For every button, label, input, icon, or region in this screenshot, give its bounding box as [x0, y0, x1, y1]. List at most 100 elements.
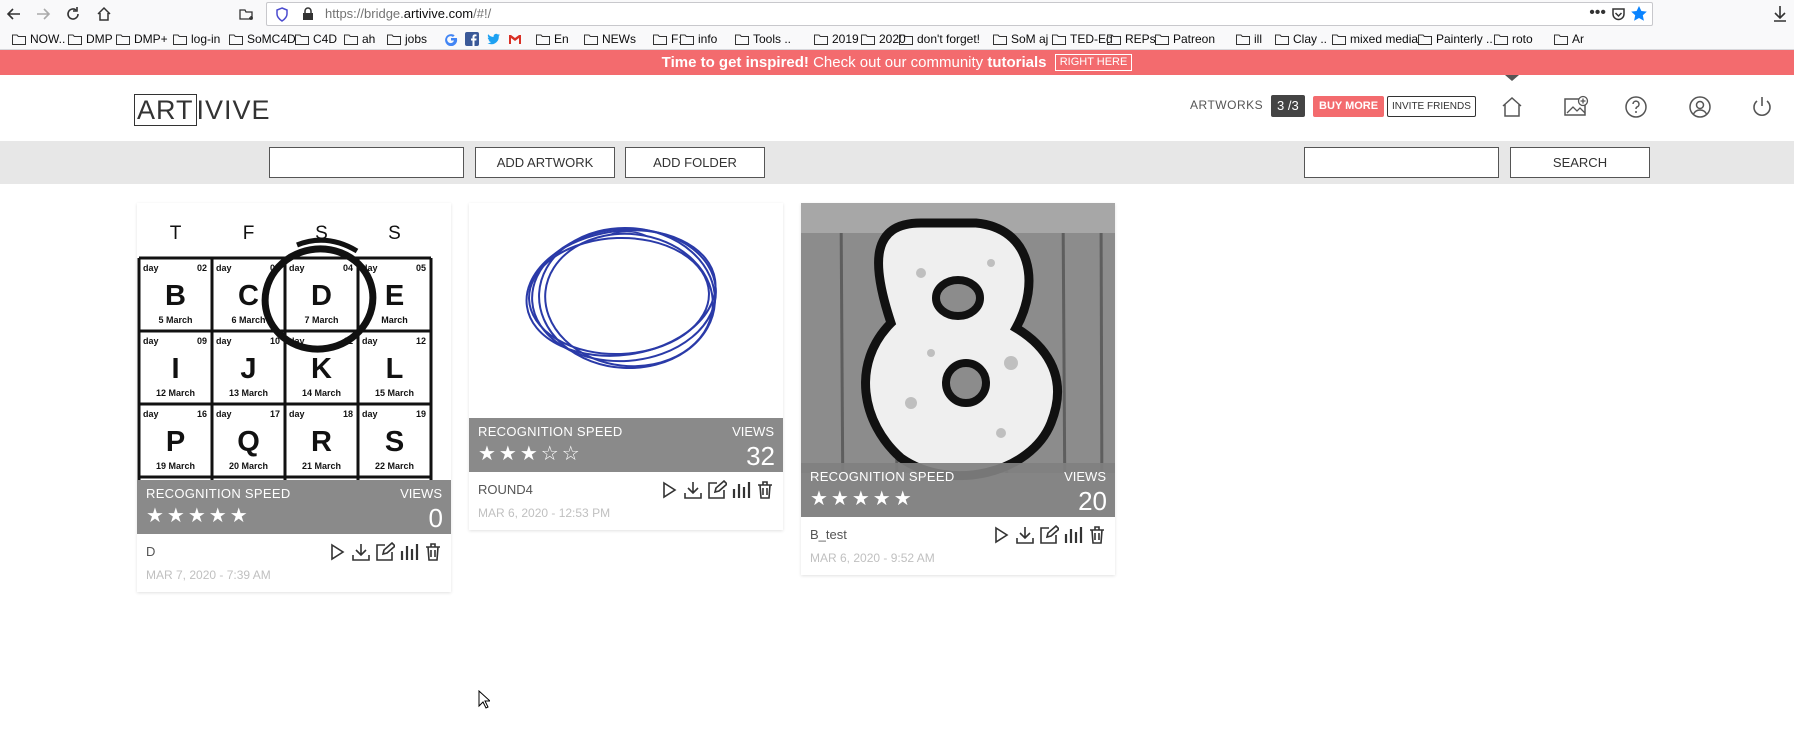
url-text[interactable]: https://bridge.artivive.com/#!/ — [325, 6, 491, 21]
card-info-bar: RECOGNITION SPEED VIEWS ★★★★★ 20 — [801, 463, 1115, 517]
bookmark-folder[interactable]: Patreon — [1155, 31, 1215, 47]
stats-icon[interactable] — [399, 542, 419, 562]
card-info-bar: RECOGNITION SPEED VIEWS ★★★☆☆ 32 — [469, 418, 783, 472]
stats-icon[interactable] — [1063, 525, 1083, 545]
right-here-button[interactable]: RIGHT HERE — [1054, 54, 1133, 71]
calendar-letter: R — [311, 426, 332, 458]
search-input[interactable] — [1304, 147, 1499, 178]
bookmark-folder[interactable]: C4D — [295, 31, 337, 47]
bookmark-star-icon[interactable] — [1630, 5, 1648, 28]
trash-icon[interactable] — [755, 480, 775, 500]
bookmark-label: C4D — [313, 32, 338, 46]
play-icon[interactable] — [327, 542, 347, 562]
bookmark-folder[interactable]: 2019 — [814, 31, 859, 47]
card-actions — [659, 479, 775, 500]
bookmark-folder[interactable]: roto — [1494, 31, 1533, 47]
user-icon[interactable] — [1688, 95, 1712, 119]
folder-icon — [1052, 34, 1066, 45]
calendar-letter: L — [386, 353, 404, 385]
search-button[interactable]: SEARCH — [1510, 147, 1650, 178]
bookmark-folder[interactable]: SoM aj — [993, 31, 1048, 47]
rating-stars: ★★★★★ — [810, 488, 915, 510]
card-meta: B_test MAR 6, 2020 - 9:52 AM — [801, 517, 1115, 575]
gmail-icon[interactable] — [508, 31, 522, 47]
bookmark-folder[interactable]: NEWs — [584, 31, 636, 47]
add-artwork-button[interactable]: ADD ARTWORK — [475, 147, 615, 178]
edit-icon[interactable] — [1039, 524, 1061, 545]
calendar-letter: S — [385, 426, 404, 458]
play-icon[interactable] — [991, 525, 1011, 545]
calendar-day-label: day — [143, 409, 159, 419]
shield-icon[interactable] — [275, 7, 289, 27]
folder-icon — [735, 34, 749, 45]
folder-icon — [1275, 34, 1289, 45]
new-folder-icon[interactable] — [236, 3, 258, 25]
stats-icon[interactable] — [731, 480, 751, 500]
artwork-card[interactable]: RECOGNITION SPEED VIEWS ★★★☆☆ 32 ROUND4 … — [469, 203, 783, 530]
download-icon[interactable] — [683, 480, 703, 500]
bookmark-folder[interactable]: F: — [653, 31, 682, 47]
bookmark-folder[interactable]: Clay .. — [1275, 31, 1327, 47]
bookmark-folder[interactable]: En — [536, 31, 569, 47]
trash-icon[interactable] — [423, 542, 443, 562]
more-actions-icon[interactable]: ••• — [1589, 4, 1606, 22]
bookmark-folder[interactable]: TED-Ed — [1052, 31, 1113, 47]
buy-more-button[interactable]: BUY MORE — [1313, 96, 1385, 117]
power-icon[interactable] — [1750, 95, 1774, 119]
folder-icon — [1155, 34, 1169, 45]
logo-boxed: ART — [134, 94, 197, 126]
bookmark-folder[interactable]: REPs — [1107, 31, 1156, 47]
home-icon[interactable] — [93, 3, 115, 25]
pocket-icon[interactable] — [1611, 7, 1626, 27]
folder-icon — [173, 34, 187, 45]
bookmark-label: roto — [1512, 32, 1533, 46]
twitter-icon[interactable] — [487, 31, 501, 47]
bookmark-folder[interactable]: Ar — [1554, 31, 1584, 47]
folder-icon — [584, 34, 598, 45]
facebook-icon[interactable] — [465, 31, 479, 47]
edit-icon[interactable] — [707, 479, 729, 500]
edit-icon[interactable] — [375, 541, 397, 562]
reload-icon[interactable] — [62, 3, 84, 25]
url-bar[interactable]: https://bridge.artivive.com/#!/ ••• — [266, 2, 1653, 26]
forward-icon[interactable] — [32, 3, 54, 25]
bookmark-folder[interactable]: DMP+ — [116, 31, 168, 47]
artwork-thumbnail[interactable]: T F S Sday 02 B 5 March day 03 C 6 March day 04 D 7 Ma… — [137, 203, 451, 480]
rating-stars: ★★★☆☆ — [478, 443, 583, 465]
play-icon[interactable] — [659, 480, 679, 500]
bookmark-folder[interactable]: ill — [1236, 31, 1262, 47]
bookmark-folder[interactable]: jobs — [387, 31, 427, 47]
bookmark-folder[interactable]: mixed media — [1332, 31, 1418, 47]
bookmark-folder[interactable]: ah — [344, 31, 375, 47]
invite-friends-button[interactable]: INVITE FRIENDS — [1387, 96, 1476, 117]
back-icon[interactable] — [3, 3, 25, 25]
bookmark-folder[interactable]: Painterly .. — [1418, 31, 1493, 47]
bookmark-folder[interactable]: don't forget! — [899, 31, 980, 47]
bookmark-label: Tools .. — [753, 32, 792, 46]
trash-icon[interactable] — [1087, 525, 1107, 545]
bookmark-folder[interactable]: NOW.. — [12, 31, 65, 47]
download-icon[interactable] — [1772, 5, 1788, 28]
folder-name-input[interactable] — [269, 147, 464, 178]
artwork-card[interactable]: T F S Sday 02 B 5 March day 03 C 6 March day 04 D 7 Ma… — [137, 203, 451, 592]
bookmark-folder[interactable]: DMP — [68, 31, 113, 47]
bookmark-label: REPs — [1125, 32, 1156, 46]
add-folder-button[interactable]: ADD FOLDER — [625, 147, 765, 178]
bookmark-folder[interactable]: log-in — [173, 31, 220, 47]
add-artwork-nav-icon[interactable] — [1563, 95, 1589, 119]
bookmark-folder[interactable]: SoMC4D — [229, 31, 296, 47]
download-icon[interactable] — [351, 542, 371, 562]
bookmark-folder[interactable]: info — [680, 31, 717, 47]
lock-icon[interactable] — [302, 7, 314, 26]
artwork-thumbnail[interactable] — [469, 203, 783, 418]
home-nav-icon[interactable] — [1500, 95, 1524, 119]
artivive-logo[interactable]: ART IVIVE — [134, 94, 271, 126]
artwork-card[interactable]: RECOGNITION SPEED VIEWS ★★★★★ 20 B_test … — [801, 203, 1115, 575]
bookmark-folder[interactable]: Tools .. — [735, 31, 791, 47]
help-icon[interactable] — [1624, 95, 1648, 119]
google-icon[interactable] — [444, 31, 458, 47]
artwork-name: ROUND4 — [478, 482, 533, 497]
calendar-letter: D — [311, 280, 332, 312]
download-icon[interactable] — [1015, 525, 1035, 545]
calendar-letter: E — [385, 280, 404, 312]
